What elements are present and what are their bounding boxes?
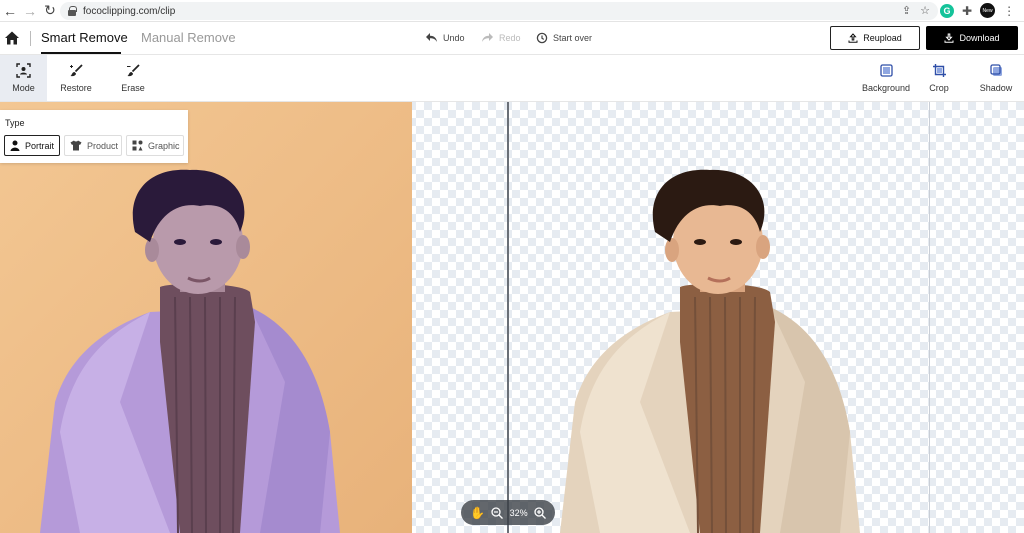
share-icon[interactable]: ⇪ (902, 4, 911, 17)
redo-icon (482, 33, 493, 42)
type-option-label: Product (87, 140, 119, 151)
tab-smart-remove[interactable]: Smart Remove (41, 30, 128, 45)
address-bar-url: fococlipping.com/clip (83, 5, 176, 17)
crop-label: Crop (929, 83, 949, 93)
start-over-label: Start over (553, 33, 593, 43)
restore-tool[interactable]: Restore (52, 55, 100, 101)
forward-arrow-icon[interactable]: → (20, 0, 40, 22)
tool-toolbar: Mode Restore Erase Background Crop Shado… (0, 55, 1024, 102)
reupload-button[interactable]: Reupload (830, 26, 920, 50)
download-label: Download (959, 33, 1000, 43)
crop-icon (932, 64, 946, 77)
original-portrait-illustration (0, 102, 412, 533)
type-option-product[interactable]: Product (64, 135, 122, 156)
zoom-level: 32% (509, 507, 528, 518)
type-option-graphic[interactable]: Graphic (126, 135, 184, 156)
history-icon (536, 32, 548, 44)
browser-menu-icon[interactable]: ⋮ (1003, 4, 1015, 18)
browser-toolbar: ← → ↻ fococlipping.com/clip ⇪ ☆ G ✚ New … (0, 0, 1024, 22)
start-over-button[interactable]: Start over (536, 32, 592, 44)
download-icon (944, 33, 954, 43)
editor-canvas[interactable] (0, 102, 1024, 533)
restore-brush-icon (69, 64, 83, 77)
app-header: Smart Remove Manual Remove Undo Redo Sta… (0, 22, 1024, 55)
crop-tool[interactable]: Crop (920, 55, 958, 101)
graphic-shapes-icon (132, 140, 143, 151)
hand-pan-icon[interactable]: ✋ (470, 506, 485, 520)
shadow-tool[interactable]: Shadow (974, 55, 1018, 101)
home-icon[interactable] (4, 30, 20, 46)
type-option-portrait[interactable]: Portrait (4, 135, 60, 156)
redo-button[interactable]: Redo (481, 32, 521, 43)
type-panel-title: Type (5, 118, 25, 128)
upload-icon (848, 33, 858, 43)
portrait-icon (10, 140, 20, 151)
type-option-label: Portrait (25, 140, 55, 151)
lock-icon (68, 6, 77, 16)
zoom-in-icon[interactable] (534, 506, 546, 519)
download-button[interactable]: Download (926, 26, 1018, 50)
erase-brush-icon (126, 64, 140, 77)
shadow-label: Shadow (979, 83, 1013, 93)
undo-icon (426, 33, 437, 42)
zoom-out-icon[interactable] (491, 506, 504, 519)
mode-icon (16, 63, 31, 78)
comparison-divider-handle[interactable] (507, 102, 509, 533)
mode-tool[interactable]: Mode (0, 55, 47, 101)
erase-tool[interactable]: Erase (110, 55, 156, 101)
product-shirt-icon (70, 140, 82, 151)
extensions-puzzle-icon[interactable]: ✚ (962, 4, 972, 18)
mode-label: Mode (12, 83, 35, 93)
shadow-icon (989, 64, 1002, 76)
reload-icon[interactable]: ↻ (40, 0, 60, 22)
header-divider (30, 31, 31, 46)
address-bar[interactable]: fococlipping.com/clip ⇪ ☆ (60, 2, 938, 20)
back-arrow-icon[interactable]: ← (0, 0, 20, 22)
erase-label: Erase (121, 83, 145, 93)
bookmark-star-icon[interactable]: ☆ (920, 4, 930, 17)
original-photo (0, 102, 412, 533)
profile-avatar[interactable]: New (980, 3, 996, 18)
restore-label: Restore (60, 83, 92, 93)
grammarly-extension-icon[interactable]: G (940, 3, 954, 18)
cutout-result (520, 102, 940, 533)
redo-label: Redo (499, 32, 521, 43)
background-tool[interactable]: Background (858, 55, 914, 101)
undo-button[interactable]: Undo (425, 32, 465, 43)
reupload-label: Reupload (863, 33, 902, 43)
zoom-control: ✋ 32% (461, 500, 555, 525)
background-label: Background (861, 83, 911, 93)
active-tab-indicator (41, 52, 121, 54)
type-panel: Type Portrait Product Graphic (0, 110, 188, 163)
undo-label: Undo (443, 32, 465, 43)
cutout-portrait-illustration (560, 169, 860, 533)
tab-manual-remove[interactable]: Manual Remove (141, 30, 236, 45)
type-option-label: Graphic (148, 140, 180, 151)
background-icon (879, 64, 893, 77)
